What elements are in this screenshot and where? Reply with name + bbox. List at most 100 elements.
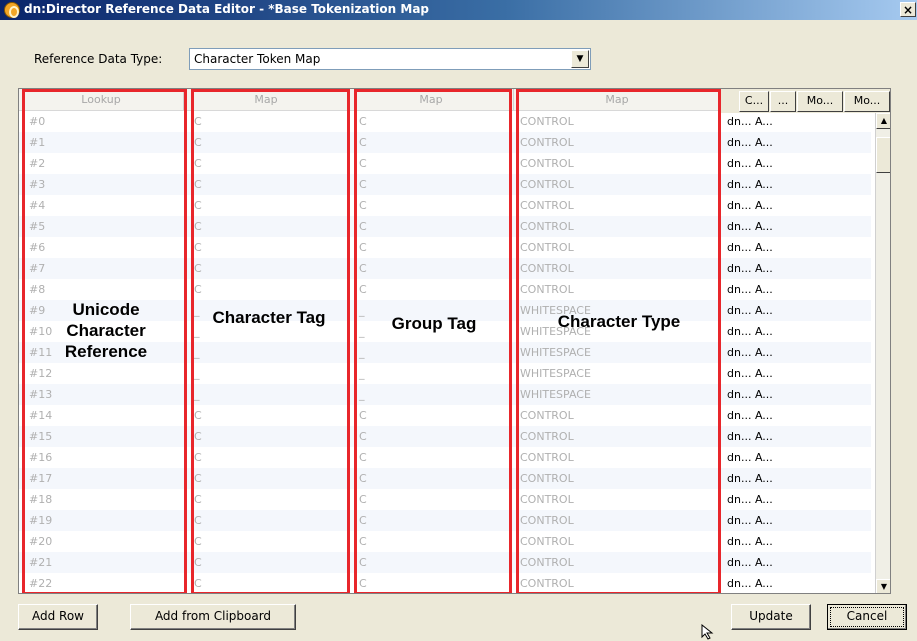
table-row[interactable]: #1 C C CONTROL: [19, 132, 721, 153]
extra-cell[interactable]: dn... A...: [721, 279, 871, 300]
cell-lookup[interactable]: #9: [19, 300, 184, 321]
cell-character-type[interactable]: CONTROL: [514, 447, 721, 468]
cell-lookup[interactable]: #13: [19, 384, 184, 405]
cell-character-type[interactable]: WHITESPACE: [514, 300, 721, 321]
cell-group-tag[interactable]: C: [349, 405, 514, 426]
cell-group-tag[interactable]: C: [349, 216, 514, 237]
cell-character-type[interactable]: CONTROL: [514, 279, 721, 300]
cell-character-tag[interactable]: C: [184, 468, 349, 489]
table-row[interactable]: #12 _ _ WHITESPACE: [19, 363, 721, 384]
cell-group-tag[interactable]: C: [349, 447, 514, 468]
cell-character-type[interactable]: CONTROL: [514, 510, 721, 531]
cell-character-type[interactable]: WHITESPACE: [514, 321, 721, 342]
cell-lookup[interactable]: #7: [19, 258, 184, 279]
extra-cell[interactable]: dn... A...: [721, 468, 871, 489]
table-row[interactable]: #21 C C CONTROL: [19, 552, 721, 573]
cell-character-tag[interactable]: _: [184, 300, 349, 321]
cell-group-tag[interactable]: C: [349, 132, 514, 153]
cell-lookup[interactable]: #6: [19, 237, 184, 258]
cell-character-tag[interactable]: C: [184, 489, 349, 510]
table-row[interactable]: #5 C C CONTROL: [19, 216, 721, 237]
cell-character-type[interactable]: CONTROL: [514, 258, 721, 279]
cell-character-tag[interactable]: C: [184, 258, 349, 279]
cell-character-type[interactable]: CONTROL: [514, 195, 721, 216]
cell-group-tag[interactable]: _: [349, 300, 514, 321]
extra-cell[interactable]: dn... A...: [721, 216, 871, 237]
table-row[interactable]: #18 C C CONTROL: [19, 489, 721, 510]
cell-character-tag[interactable]: C: [184, 510, 349, 531]
table-row[interactable]: #8 C C CONTROL: [19, 279, 721, 300]
cell-lookup[interactable]: #8: [19, 279, 184, 300]
column-header-c[interactable]: C...: [739, 91, 769, 112]
table-row[interactable]: #6 C C CONTROL: [19, 237, 721, 258]
vertical-scrollbar[interactable]: ▲ ▼: [875, 113, 890, 593]
cell-lookup[interactable]: #11: [19, 342, 184, 363]
cell-character-type[interactable]: CONTROL: [514, 216, 721, 237]
cell-character-type[interactable]: CONTROL: [514, 489, 721, 510]
table-row[interactable]: #11 _ _ WHITESPACE: [19, 342, 721, 363]
cell-group-tag[interactable]: C: [349, 573, 514, 593]
column-header-map-tag[interactable]: Map: [184, 89, 349, 111]
scroll-up-icon[interactable]: ▲: [876, 113, 890, 129]
extra-cell[interactable]: dn... A...: [721, 552, 871, 573]
table-row[interactable]: #19 C C CONTROL: [19, 510, 721, 531]
table-row[interactable]: #2 C C CONTROL: [19, 153, 721, 174]
table-row[interactable]: #0 C C CONTROL: [19, 111, 721, 132]
extra-cell[interactable]: dn... A...: [721, 531, 871, 552]
cell-character-type[interactable]: CONTROL: [514, 153, 721, 174]
column-header-lookup[interactable]: Lookup: [19, 89, 184, 111]
cell-character-tag[interactable]: C: [184, 426, 349, 447]
cell-character-type[interactable]: CONTROL: [514, 531, 721, 552]
cell-character-tag[interactable]: _: [184, 384, 349, 405]
column-header-mo-1[interactable]: Mo...: [797, 91, 843, 112]
cell-character-tag[interactable]: _: [184, 342, 349, 363]
extra-cell[interactable]: dn... A...: [721, 447, 871, 468]
cell-group-tag[interactable]: C: [349, 489, 514, 510]
cell-lookup[interactable]: #21: [19, 552, 184, 573]
cell-character-tag[interactable]: C: [184, 573, 349, 593]
cell-group-tag[interactable]: _: [349, 342, 514, 363]
cell-character-type[interactable]: CONTROL: [514, 237, 721, 258]
cell-character-tag[interactable]: C: [184, 405, 349, 426]
cell-character-type[interactable]: CONTROL: [514, 426, 721, 447]
table-row[interactable]: #9 _ _ WHITESPACE: [19, 300, 721, 321]
cell-lookup[interactable]: #0: [19, 111, 184, 132]
cell-character-tag[interactable]: C: [184, 132, 349, 153]
extra-cell[interactable]: dn... A...: [721, 258, 871, 279]
cell-lookup[interactable]: #1: [19, 132, 184, 153]
cell-character-tag[interactable]: C: [184, 531, 349, 552]
table-row[interactable]: #4 C C CONTROL: [19, 195, 721, 216]
cell-group-tag[interactable]: _: [349, 363, 514, 384]
cell-character-tag[interactable]: C: [184, 447, 349, 468]
extra-cell[interactable]: dn... A...: [721, 153, 871, 174]
extra-cell[interactable]: dn... A...: [721, 405, 871, 426]
table-row[interactable]: #7 C C CONTROL: [19, 258, 721, 279]
cell-character-tag[interactable]: C: [184, 279, 349, 300]
table-row[interactable]: #10 _ _ WHITESPACE: [19, 321, 721, 342]
extra-cell[interactable]: dn... A...: [721, 342, 871, 363]
reference-data-type-select[interactable]: Character Token Map ▼: [189, 48, 591, 70]
table-row[interactable]: #17 C C CONTROL: [19, 468, 721, 489]
cell-character-tag[interactable]: C: [184, 216, 349, 237]
cell-character-type[interactable]: WHITESPACE: [514, 363, 721, 384]
cell-group-tag[interactable]: C: [349, 531, 514, 552]
extra-cell[interactable]: dn... A...: [721, 573, 871, 593]
cell-lookup[interactable]: #20: [19, 531, 184, 552]
cell-group-tag[interactable]: C: [349, 258, 514, 279]
cell-character-tag[interactable]: C: [184, 174, 349, 195]
update-button[interactable]: Update: [731, 604, 811, 630]
cell-lookup[interactable]: #19: [19, 510, 184, 531]
extra-cell[interactable]: dn... A...: [721, 132, 871, 153]
dropdown-arrow-icon[interactable]: ▼: [571, 50, 589, 68]
extra-cell[interactable]: dn... A...: [721, 321, 871, 342]
table-row[interactable]: #13 _ _ WHITESPACE: [19, 384, 721, 405]
cancel-button[interactable]: Cancel: [827, 604, 907, 630]
column-header-dots[interactable]: ...: [770, 91, 796, 112]
cell-lookup[interactable]: #10: [19, 321, 184, 342]
title-bar[interactable]: dn:Director Reference Data Editor - *Bas…: [0, 0, 917, 20]
cell-group-tag[interactable]: C: [349, 510, 514, 531]
extra-cell[interactable]: dn... A...: [721, 300, 871, 321]
cell-group-tag[interactable]: C: [349, 174, 514, 195]
cell-lookup[interactable]: #14: [19, 405, 184, 426]
cell-group-tag[interactable]: C: [349, 426, 514, 447]
